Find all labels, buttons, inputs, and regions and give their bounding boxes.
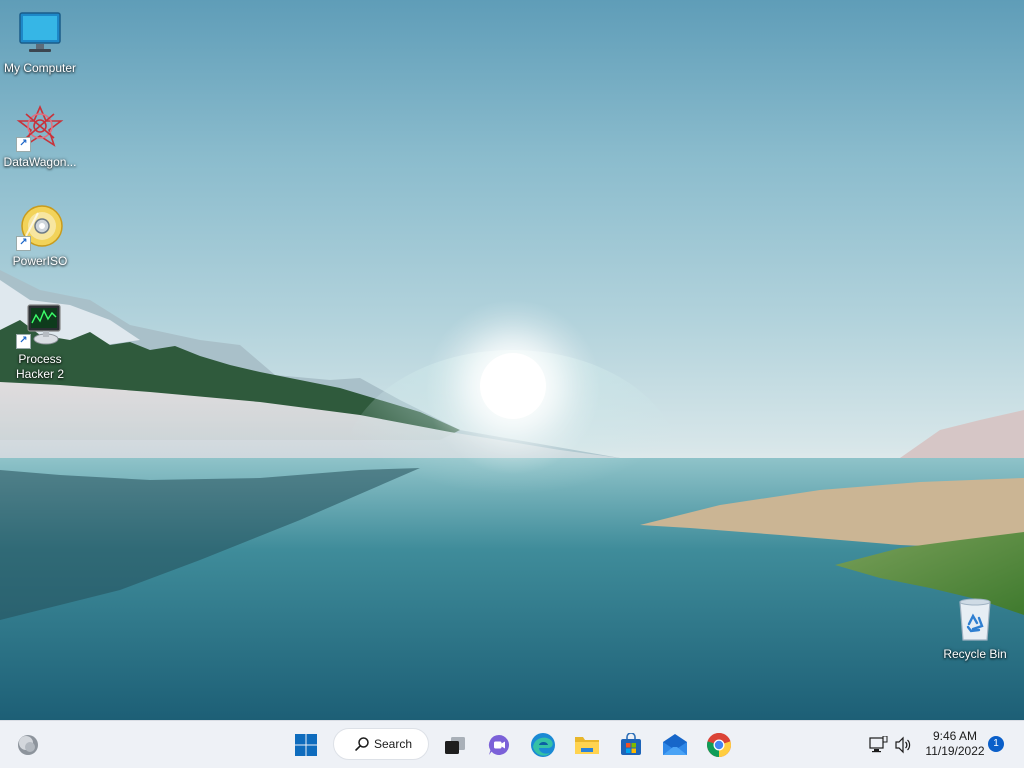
edge-icon bbox=[531, 733, 555, 757]
search-icon bbox=[355, 737, 369, 751]
file-explorer-button[interactable] bbox=[569, 727, 605, 763]
recycle-bin-icon bbox=[951, 596, 999, 644]
widgets-button[interactable] bbox=[10, 727, 46, 763]
desktop-icon-recycle-bin[interactable]: Recycle Bin bbox=[935, 596, 1015, 662]
desktop-icon-label: Process Hacker 2 bbox=[15, 352, 65, 381]
mail-button[interactable] bbox=[657, 727, 693, 763]
poweriso-disc-icon: ↗ bbox=[16, 203, 64, 251]
start-button[interactable] bbox=[288, 727, 324, 763]
folder-icon bbox=[575, 737, 599, 754]
clock[interactable]: 9:46 AM 11/19/2022 bbox=[917, 729, 993, 759]
clock-date: 11/19/2022 bbox=[925, 744, 985, 758]
windows-logo-icon bbox=[295, 734, 317, 756]
desktop-icon-label: PowerISO bbox=[12, 254, 68, 268]
search-label: Search bbox=[374, 737, 413, 751]
desktop-icon-poweriso[interactable]: ↗ PowerISO bbox=[0, 203, 80, 269]
store-icon bbox=[621, 733, 641, 755]
desktop-icon-my-computer[interactable]: My Computer bbox=[0, 10, 80, 76]
store-button[interactable] bbox=[613, 727, 649, 763]
task-view-icon bbox=[445, 737, 465, 754]
shortcut-arrow-icon: ↗ bbox=[16, 334, 31, 349]
weather-widget-icon bbox=[18, 735, 38, 755]
mail-icon bbox=[663, 734, 687, 755]
volume-icon bbox=[895, 736, 911, 754]
chrome-button[interactable] bbox=[701, 727, 737, 763]
datawagon-icon: ↗ bbox=[16, 104, 64, 152]
monitor-icon bbox=[16, 10, 64, 58]
chat-icon bbox=[488, 734, 510, 755]
chat-button[interactable] bbox=[481, 727, 517, 763]
quick-settings-button[interactable] bbox=[860, 727, 920, 763]
chrome-icon bbox=[707, 733, 731, 757]
network-icon bbox=[869, 736, 888, 753]
search-box[interactable]: Search bbox=[333, 728, 429, 760]
shortcut-arrow-icon: ↗ bbox=[16, 236, 31, 251]
taskbar: Search 9:46 AM 11/19/2022 bbox=[0, 720, 1024, 768]
sun bbox=[480, 353, 546, 419]
task-view-button[interactable] bbox=[437, 727, 473, 763]
desktop-icon-process-hacker[interactable]: ↗ Process Hacker 2 bbox=[0, 301, 80, 382]
desktop-wallpaper: My Computer ↗ DataWagon... ↗ PowerISO ↗ … bbox=[0, 0, 1024, 720]
clock-time: 9:46 AM bbox=[932, 729, 978, 743]
edge-button[interactable] bbox=[525, 727, 561, 763]
desktop-icon-label: My Computer bbox=[3, 61, 77, 75]
process-hacker-icon: ↗ bbox=[16, 301, 64, 349]
desktop-icon-datawagon[interactable]: ↗ DataWagon... bbox=[0, 104, 80, 170]
desktop-icon-label: Recycle Bin bbox=[943, 647, 1007, 661]
notification-badge[interactable]: 1 bbox=[988, 736, 1004, 752]
desktop-icon-label: DataWagon... bbox=[3, 155, 77, 169]
shortcut-arrow-icon: ↗ bbox=[16, 137, 31, 152]
